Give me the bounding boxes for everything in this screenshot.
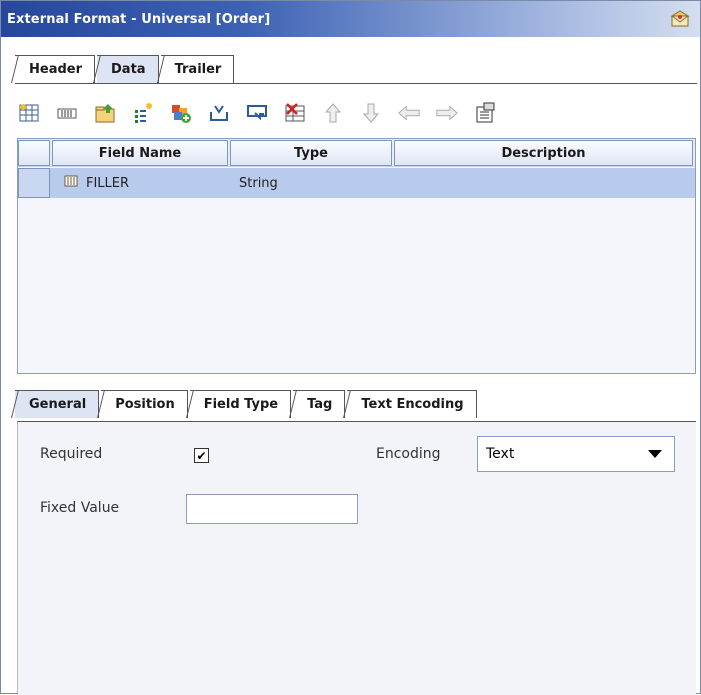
row-selector[interactable]	[18, 168, 50, 198]
tab-tag[interactable]: Tag	[293, 390, 346, 418]
general-panel: Required ✔ Encoding Text Fixed Value	[17, 421, 696, 695]
field-icon	[64, 175, 78, 191]
tab-trailer[interactable]: Trailer	[160, 55, 235, 83]
toolbar	[15, 93, 695, 133]
title-bar: External Format - Universal [Order]	[1, 1, 700, 37]
move-up-icon[interactable]	[321, 101, 345, 125]
add-group-icon[interactable]	[169, 101, 193, 125]
field-icon[interactable]	[55, 101, 79, 125]
field-grid: Field Name Type Description FILLER Strin…	[17, 138, 696, 374]
tab-header[interactable]: Header	[15, 55, 96, 83]
move-down-icon[interactable]	[359, 101, 383, 125]
grid-header: Field Name Type Description	[18, 139, 695, 167]
tab-text-encoding[interactable]: Text Encoding	[347, 390, 477, 418]
tab-divider	[15, 83, 697, 84]
top-tab-bar: Header Data Trailer	[15, 53, 236, 83]
fixed-value-field[interactable]	[186, 494, 358, 524]
window-title: External Format - Universal [Order]	[7, 11, 271, 27]
move-left-icon[interactable]	[397, 101, 421, 125]
tab-position[interactable]: Position	[101, 390, 188, 418]
tab-field-type[interactable]: Field Type	[189, 390, 292, 418]
tab-label: Field Type	[203, 397, 279, 412]
tab-label: General	[29, 397, 87, 412]
fixed-value-label: Fixed Value	[40, 500, 120, 516]
envelope-icon[interactable]	[670, 9, 690, 29]
import-icon[interactable]	[207, 101, 231, 125]
tab-label: Text Encoding	[361, 397, 464, 412]
property-tab-bar: General Position Field Type Tag Text Enc…	[15, 388, 479, 418]
encoding-label: Encoding	[376, 446, 441, 462]
column-header-type[interactable]: Type	[230, 140, 392, 166]
export-icon[interactable]	[245, 101, 269, 125]
add-field-icon[interactable]	[131, 101, 155, 125]
tab-data[interactable]: Data	[97, 55, 159, 83]
tab-label: Data	[111, 62, 146, 77]
tab-label: Trailer	[174, 62, 222, 77]
cell-field-name: FILLER	[86, 175, 130, 191]
external-format-window: External Format - Universal [Order] Head…	[0, 0, 701, 695]
tab-label: Header	[29, 62, 83, 77]
move-right-icon[interactable]	[435, 101, 459, 125]
row-selector-header	[18, 140, 50, 166]
table-row[interactable]: FILLER String	[18, 168, 695, 198]
encoding-select[interactable]: Text	[477, 436, 675, 472]
column-header-field-name[interactable]: Field Name	[52, 140, 228, 166]
table-insert-icon[interactable]	[17, 101, 41, 125]
required-checkbox[interactable]: ✔	[194, 448, 209, 463]
required-label: Required	[40, 446, 103, 462]
column-header-description[interactable]: Description	[394, 140, 693, 166]
tab-label: Position	[115, 397, 175, 412]
chevron-down-icon	[648, 450, 662, 458]
tab-label: Tag	[307, 397, 333, 412]
tab-general[interactable]: General	[15, 390, 100, 418]
delete-table-icon[interactable]	[283, 101, 307, 125]
cell-type: String	[239, 175, 278, 191]
properties-icon[interactable]	[473, 101, 497, 125]
folder-up-icon[interactable]	[93, 101, 117, 125]
encoding-value: Text	[486, 446, 515, 462]
